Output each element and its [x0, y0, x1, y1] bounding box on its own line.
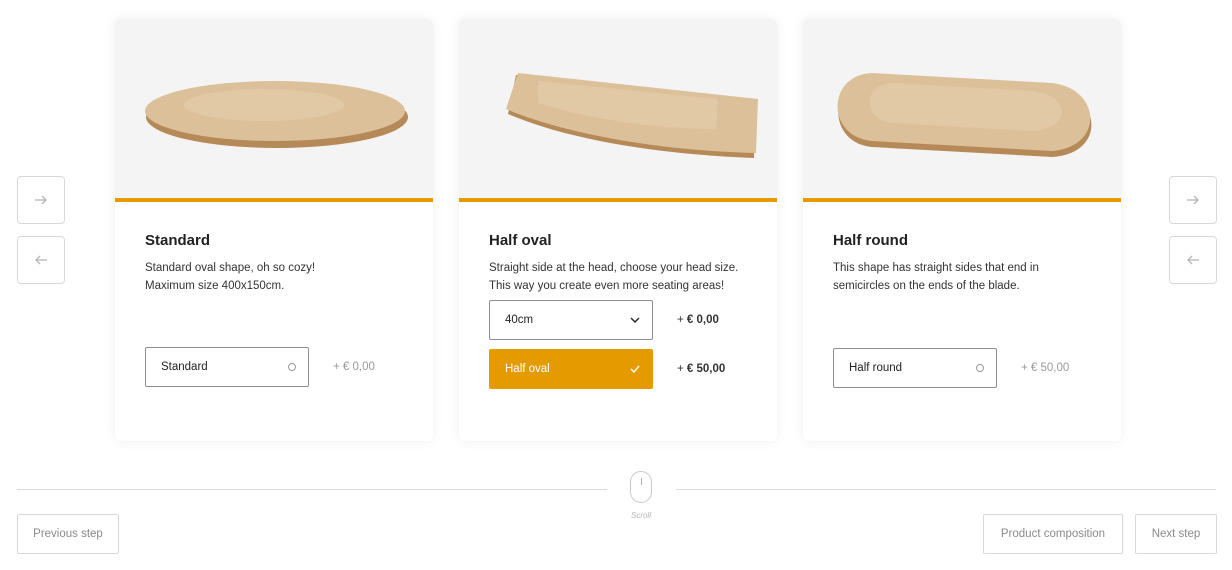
- carousel-next-button-right[interactable]: [1169, 176, 1217, 224]
- head-size-price: + € 0,00: [677, 314, 719, 326]
- radio-icon: [288, 363, 296, 371]
- option-standard[interactable]: Standard: [145, 347, 309, 387]
- carousel-prev-button-right[interactable]: [1169, 236, 1217, 284]
- option-row: Standard + € 0,00: [145, 347, 375, 387]
- arrow-left-icon: [1187, 255, 1199, 265]
- arrow-right-icon: [35, 195, 47, 205]
- shape-selection-page: Standard Standard oval shape, oh so cozy…: [0, 0, 1232, 570]
- shape-card-half-round[interactable]: Half round This shape has straight sides…: [803, 19, 1121, 441]
- card-image: [459, 19, 777, 198]
- half-oval-table-top-image: [506, 72, 758, 158]
- mouse-scroll-icon: [630, 471, 652, 503]
- card-description: Standard oval shape, oh so cozy! Maximum…: [145, 262, 316, 292]
- option-price: + € 0,00: [333, 361, 375, 373]
- oval-table-top-image: [145, 80, 408, 148]
- product-composition-button[interactable]: Product composition: [983, 514, 1123, 554]
- option-row: Half oval + € 50,00: [489, 349, 725, 389]
- card-title: Standard: [145, 232, 211, 249]
- arrow-right-icon: [1187, 195, 1199, 205]
- next-step-button[interactable]: Next step: [1135, 514, 1217, 554]
- divider-left: [17, 489, 607, 490]
- card-description: Straight side at the head, choose your h…: [489, 262, 739, 292]
- card-title: Half oval: [489, 232, 552, 249]
- option-half-round[interactable]: Half round: [833, 348, 997, 388]
- chevron-down-icon: [630, 317, 640, 323]
- carousel-prev-button-left[interactable]: [17, 236, 65, 284]
- head-size-select[interactable]: 40cm: [489, 300, 653, 340]
- option-half-oval[interactable]: Half oval: [489, 349, 653, 389]
- checkmark-icon: [630, 365, 640, 373]
- card-image: [115, 19, 433, 198]
- previous-step-button[interactable]: Previous step: [17, 514, 119, 554]
- half-round-table-top-image: [837, 72, 1092, 157]
- divider-right: [676, 489, 1216, 490]
- card-description: This shape has straight sides that end i…: [833, 262, 1039, 292]
- shape-card-standard[interactable]: Standard Standard oval shape, oh so cozy…: [115, 19, 433, 441]
- option-price: + € 50,00: [1021, 362, 1070, 374]
- arrow-left-icon: [35, 255, 47, 265]
- carousel-next-button-left[interactable]: [17, 176, 65, 224]
- card-title: Half round: [833, 232, 908, 249]
- card-image: [803, 19, 1121, 198]
- radio-icon: [976, 364, 984, 372]
- option-price: + € 50,00: [677, 363, 726, 375]
- option-row: Half round + € 50,00: [833, 348, 1069, 388]
- shape-card-half-oval[interactable]: Half oval Straight side at the head, cho…: [459, 19, 777, 441]
- scroll-label: Scroll: [630, 511, 651, 520]
- head-size-row: 40cm + € 0,00: [489, 300, 719, 340]
